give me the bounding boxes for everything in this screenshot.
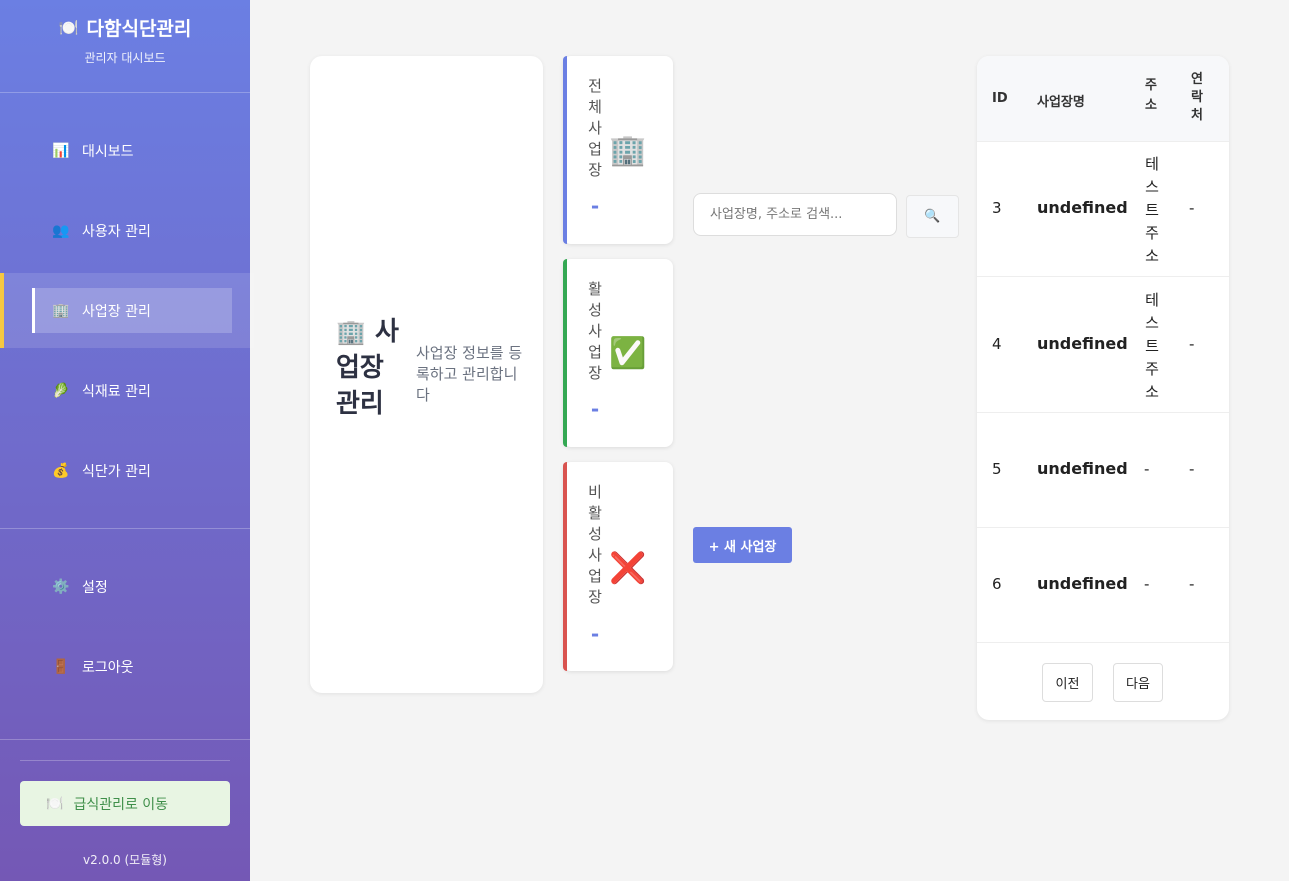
column-header-name: 사업장명 [1037, 95, 1085, 110]
goto-button-label: 급식관리로 이동 [73, 796, 169, 813]
page-title: 🏢 사업장 관리 [336, 317, 399, 419]
stat-label: 전체사업장 [588, 77, 602, 179]
sidebar-item-meal-price[interactable]: 💰 식단가 관리 [0, 433, 250, 508]
page-header-card: 🏢 사업장 관리 사업장 정보를 등록하고 관리합니다 [310, 56, 543, 693]
next-page-button[interactable]: 다음 [1113, 663, 1163, 702]
stat-card-inactive: 비활성사업장 ❌ - [563, 462, 673, 671]
cell-name: undefined [1037, 574, 1128, 593]
page-description: 사업장 정보를 등록하고 관리합니다 [416, 344, 523, 404]
cell-name: undefined [1037, 334, 1128, 353]
divider [0, 92, 250, 93]
cell-contact: - [1189, 460, 1195, 478]
plate-icon: 🍽️ [46, 795, 64, 812]
cell-id: 3 [992, 199, 1002, 217]
cell-contact: - [1189, 575, 1195, 593]
sidebar-item-label: 대시보드 [82, 143, 134, 160]
sidebar-item-dashboard[interactable]: 📊 대시보드 [0, 113, 250, 188]
stat-accent-bar [563, 259, 567, 447]
cell-address: - [1144, 460, 1150, 478]
money-bag-icon: 💰 [52, 462, 70, 479]
search-icon: 🔍 [924, 209, 941, 224]
stat-value: - [590, 194, 600, 218]
stat-value: - [590, 397, 600, 421]
divider [0, 739, 250, 740]
column-header-contact: 연락처 [1191, 72, 1203, 123]
cell-address: - [1144, 575, 1150, 593]
stat-card-total: 전체사업장 🏢 - [563, 56, 673, 244]
stat-label: 활성사업장 [588, 280, 602, 382]
building-icon: 🏢 [52, 302, 70, 319]
sidebar-item-ingredients[interactable]: 🥬 식재료 관리 [0, 353, 250, 428]
table-row[interactable]: 4 undefined 테스트주소 - [977, 277, 1229, 413]
cell-contact: - [1189, 335, 1195, 353]
cell-address: 테스트주소 [1145, 155, 1159, 265]
leaf-icon: 🥬 [52, 382, 70, 399]
table-header: ID 사업장명 주소 연락처 [977, 56, 1229, 142]
sidebar-item-label: 사업장 관리 [82, 303, 151, 320]
cell-id: 6 [992, 575, 1002, 593]
brand: 🍽️ 다함식단관리 관리자 대시보드 [0, 14, 250, 66]
cell-address: 테스트주소 [1145, 291, 1159, 401]
stat-value: - [590, 622, 600, 646]
table-row[interactable]: 3 undefined 테스트주소 - [977, 141, 1229, 277]
brand-subtitle: 관리자 대시보드 [84, 51, 166, 65]
plate-icon: 🍽️ [58, 18, 79, 37]
cell-name: undefined [1037, 198, 1128, 217]
check-icon: ✅ [609, 336, 647, 371]
goto-meal-management-button[interactable]: 🍽️ 급식관리로 이동 [20, 781, 230, 826]
sidebar-item-settings[interactable]: ⚙️ 설정 [0, 549, 250, 624]
sidebar-item-sites[interactable]: 🏢 사업장 관리 [0, 273, 254, 348]
column-header-address: 주소 [1145, 78, 1157, 113]
sidebar: 🍽️ 다함식단관리 관리자 대시보드 📊 대시보드 👥 사용자 관리 🏢 사업장… [0, 0, 254, 881]
divider [0, 528, 250, 529]
table-row[interactable]: 6 undefined - - [977, 528, 1229, 643]
sidebar-item-label: 설정 [82, 579, 108, 596]
door-icon: 🚪 [52, 658, 70, 675]
version-label: v2.0.0 (모듈형) [83, 853, 167, 867]
add-site-button[interactable]: + 새 사업장 [693, 527, 792, 563]
prev-page-button[interactable]: 이전 [1042, 663, 1093, 702]
stat-accent-bar [563, 56, 567, 244]
cell-contact: - [1189, 199, 1195, 217]
sidebar-item-label: 식재료 관리 [82, 383, 151, 400]
users-icon: 👥 [52, 222, 70, 239]
cell-name: undefined [1037, 459, 1128, 478]
sidebar-item-label: 사용자 관리 [82, 223, 151, 240]
gear-icon: ⚙️ [52, 578, 70, 595]
sidebar-item-logout[interactable]: 🚪 로그아웃 [0, 629, 250, 704]
sidebar-item-label: 식단가 관리 [82, 463, 151, 480]
brand-title: 🍽️ 다함식단관리 [58, 18, 192, 40]
building-icon: 🏢 [336, 318, 366, 346]
table-row[interactable]: 5 undefined - - [977, 413, 1229, 528]
cell-id: 4 [992, 335, 1002, 353]
divider [20, 760, 230, 761]
column-header-id: ID [992, 91, 1008, 106]
stat-card-active: 활성사업장 ✅ - [563, 259, 673, 447]
stat-label: 비활성사업장 [588, 483, 602, 606]
building-icon: 🏢 [609, 133, 647, 168]
sidebar-item-label: 로그아웃 [82, 659, 134, 676]
search-input[interactable] [693, 193, 897, 236]
chart-icon: 📊 [52, 142, 70, 159]
stat-accent-bar [563, 462, 567, 671]
cross-icon: ❌ [609, 551, 647, 586]
sites-table: ID 사업장명 주소 연락처 3 undefined 테스트주소 - 4 und… [977, 56, 1229, 720]
cell-id: 5 [992, 460, 1002, 478]
search-button[interactable]: 🔍 [906, 195, 959, 238]
sidebar-item-users[interactable]: 👥 사용자 관리 [0, 193, 250, 268]
